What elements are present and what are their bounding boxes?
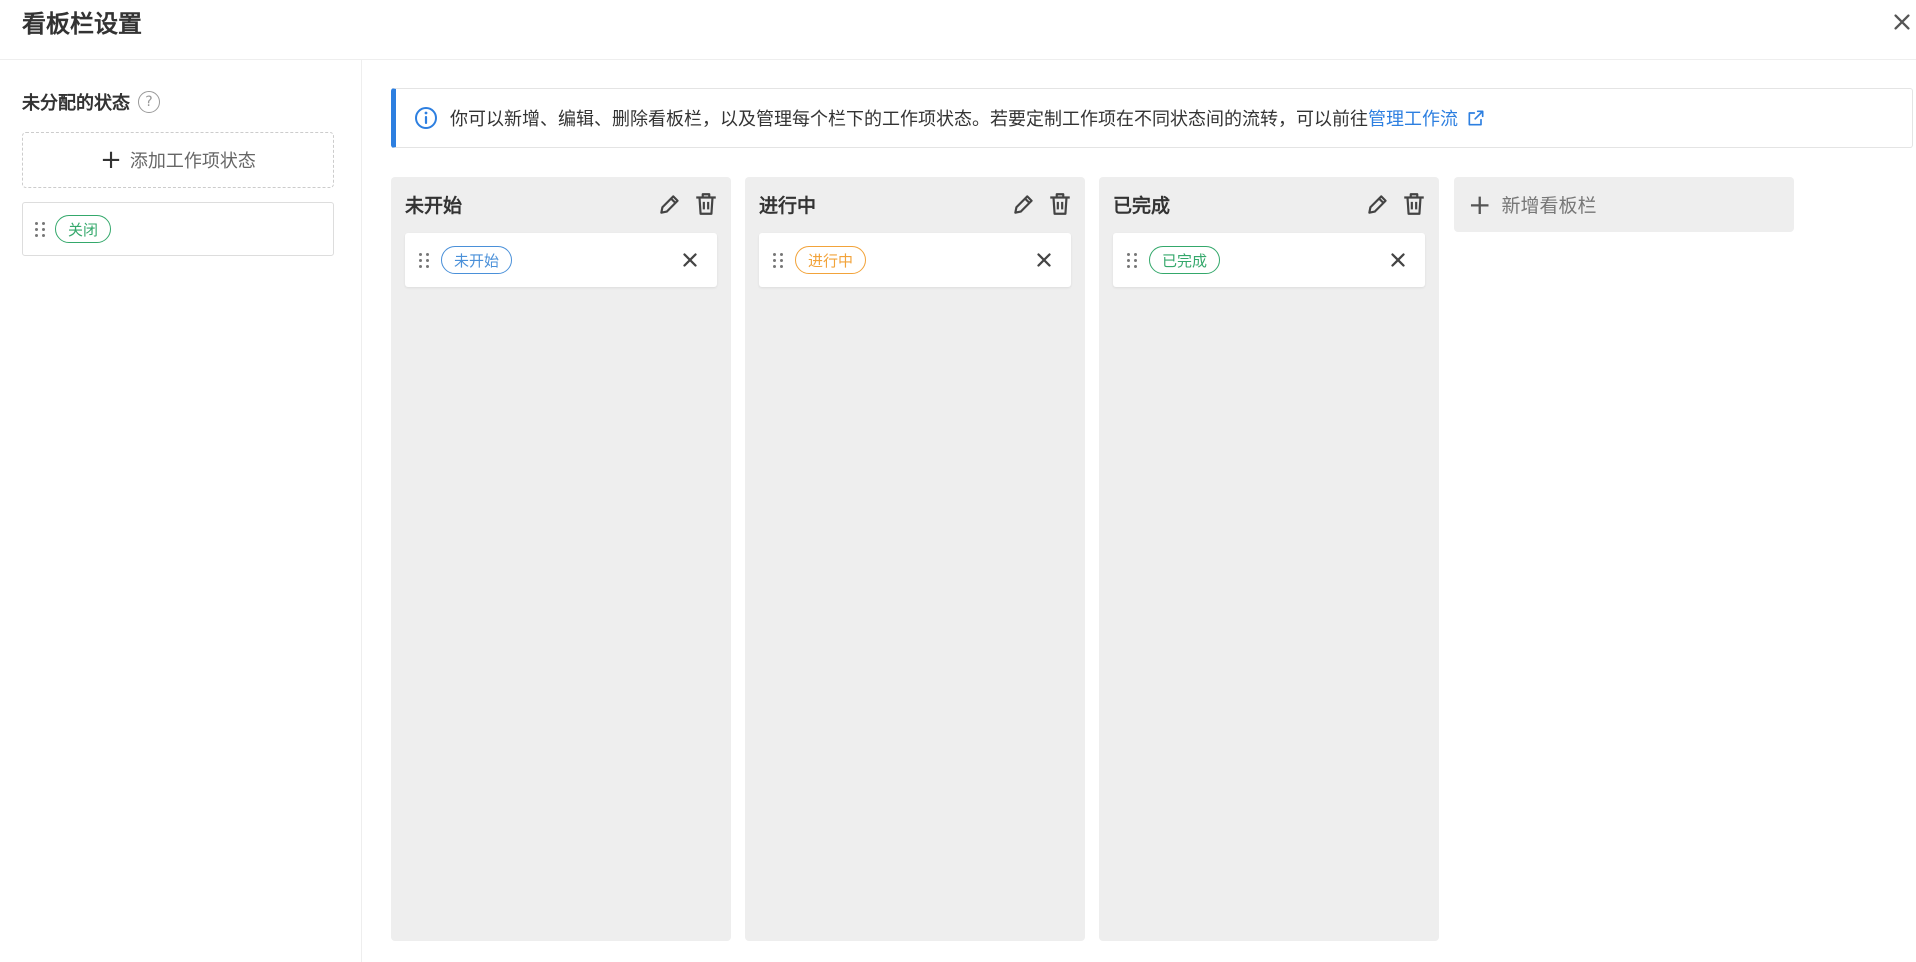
drag-handle-icon[interactable] — [35, 221, 45, 237]
help-icon[interactable]: ? — [138, 91, 160, 113]
add-column-label: 新增看板栏 — [1501, 195, 1597, 217]
dialog-title: 看板栏设置 — [22, 10, 142, 38]
status-tag: 进行中 — [795, 246, 867, 274]
status-tag: 未开始 — [441, 246, 513, 274]
column-title: 已完成 — [1113, 195, 1171, 217]
external-link-icon — [1468, 110, 1484, 126]
drag-handle-icon[interactable] — [1127, 252, 1137, 268]
column-title: 进行中 — [759, 195, 817, 217]
unassigned-status-item[interactable]: 关闭 — [22, 202, 334, 256]
add-status-label: 添加工作项状态 — [129, 151, 256, 172]
plus-icon: + — [100, 145, 122, 175]
remove-icon[interactable] — [1033, 249, 1055, 271]
status-tag: 已完成 — [1149, 246, 1221, 274]
add-column-button[interactable]: + 新增看板栏 — [1454, 177, 1794, 232]
status-tag: 关闭 — [55, 215, 112, 243]
column-status-card[interactable]: 未开始 — [405, 233, 717, 287]
column-status-card[interactable]: 进行中 — [759, 233, 1071, 287]
edit-icon[interactable] — [1011, 191, 1037, 217]
dialog-header: 看板栏设置 — [0, 0, 1916, 60]
remove-icon[interactable] — [679, 249, 701, 271]
edit-icon[interactable] — [657, 191, 683, 217]
kanban-settings-dialog: 看板栏设置 未分配的状态 ? + 添加工作项状态 关闭 你可以新增、编辑、删除看… — [0, 0, 1916, 962]
trash-icon[interactable] — [1047, 191, 1073, 217]
manage-workflow-link[interactable]: 管理工作流 — [1368, 109, 1486, 130]
info-icon — [415, 107, 437, 129]
trash-icon[interactable] — [1401, 191, 1427, 217]
board-column-in-progress: 进行中 进行中 — [745, 177, 1085, 941]
unassigned-heading: 未分配的状态 ? — [22, 90, 160, 114]
remove-icon[interactable] — [1387, 249, 1409, 271]
manage-workflow-label: 管理工作流 — [1368, 109, 1458, 130]
column-title: 未开始 — [405, 195, 463, 217]
info-text: 你可以新增、编辑、删除看板栏，以及管理每个栏下的工作项状态。若要定制工作项在不同… — [450, 109, 1368, 130]
edit-icon[interactable] — [1365, 191, 1391, 217]
column-status-card[interactable]: 已完成 — [1113, 233, 1425, 287]
add-status-button[interactable]: + 添加工作项状态 — [22, 132, 334, 188]
drag-handle-icon[interactable] — [773, 252, 783, 268]
board-column-done: 已完成 已完成 — [1099, 177, 1439, 941]
info-banner: 你可以新增、编辑、删除看板栏，以及管理每个栏下的工作项状态。若要定制工作项在不同… — [391, 88, 1913, 148]
unassigned-panel: 未分配的状态 ? + 添加工作项状态 关闭 — [0, 60, 362, 962]
close-icon — [1894, 14, 1910, 30]
plus-icon: + — [1468, 187, 1492, 221]
unassigned-heading-label: 未分配的状态 — [22, 93, 130, 114]
drag-handle-icon[interactable] — [419, 252, 429, 268]
trash-icon[interactable] — [693, 191, 719, 217]
board-column-not-started: 未开始 未开始 — [391, 177, 731, 941]
close-button[interactable] — [1888, 8, 1916, 36]
